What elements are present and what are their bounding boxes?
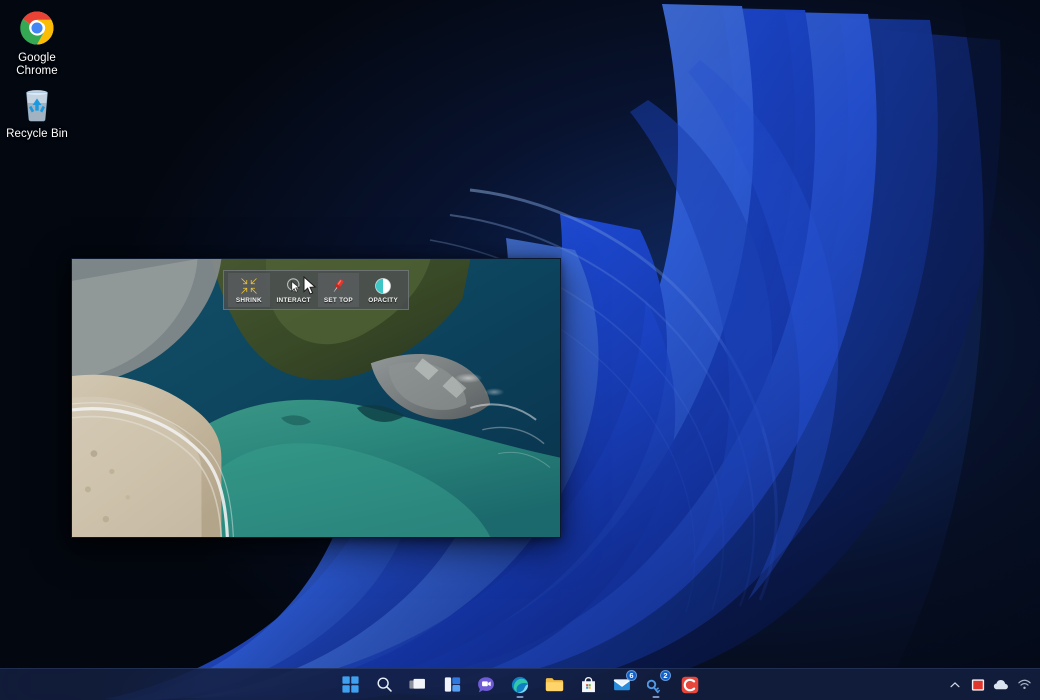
- interact-button-label: INTERACT: [276, 297, 311, 304]
- shrink-button[interactable]: SHRINK: [228, 273, 270, 307]
- taskbar-camtasia-button[interactable]: [675, 671, 705, 699]
- widgets-icon: [442, 675, 462, 695]
- opacity-button[interactable]: OPACITY: [362, 273, 404, 307]
- set-top-button-label: SET TOP: [323, 297, 353, 304]
- taskbar-key-app-button[interactable]: 2: [641, 669, 671, 699]
- chat-video-icon: [476, 675, 496, 695]
- desktop-screen: Google Chrome Recycle Bin SHRINK INTERAC…: [0, 0, 1040, 700]
- interact-button[interactable]: INTERACT: [273, 273, 315, 307]
- taskbar-app-area[interactable]: 6 2: [335, 669, 705, 700]
- taskbar-file-explorer-button[interactable]: [539, 671, 569, 699]
- key-app-badge: 2: [660, 669, 671, 681]
- running-indicator: [516, 695, 524, 698]
- opacity-button-label: OPACITY: [368, 297, 398, 304]
- pushpin-icon: [328, 276, 348, 296]
- floating-video-window[interactable]: SHRINK INTERACT SET TOP OPACITY: [71, 258, 561, 538]
- half-circle-icon: [373, 276, 393, 296]
- cursor-circle-icon: [284, 276, 304, 296]
- shrink-arrows-icon: [239, 276, 259, 296]
- taskbar-search-button[interactable]: [369, 671, 399, 699]
- store-bag-icon: [578, 675, 598, 695]
- folder-icon: [544, 675, 564, 695]
- desktop-icon-recycle-bin[interactable]: Recycle Bin: [0, 84, 74, 141]
- camtasia-c-icon: [680, 675, 700, 695]
- system-tray[interactable]: [947, 669, 1036, 700]
- google-chrome-icon: [17, 8, 57, 48]
- taskbar[interactable]: 6 2: [0, 668, 1040, 700]
- desktop-icon-label: Google Chrome: [16, 52, 58, 77]
- task-view-icon: [408, 675, 428, 695]
- taskbar-edge-button[interactable]: [505, 671, 535, 699]
- taskbar-mail-button[interactable]: 6: [607, 669, 637, 699]
- set-top-button[interactable]: SET TOP: [317, 273, 360, 307]
- taskbar-start-button[interactable]: [335, 671, 365, 699]
- cloud-icon[interactable]: [993, 677, 1009, 693]
- mail-badge: 6: [626, 669, 637, 681]
- running-indicator: [652, 695, 660, 698]
- shrink-button-label: SHRINK: [235, 297, 262, 304]
- record-red-icon[interactable]: [970, 677, 986, 693]
- desktop-icon-label: Recycle Bin: [6, 128, 68, 140]
- network-icon[interactable]: [1016, 677, 1032, 693]
- search-icon: [374, 675, 394, 695]
- desktop-icon-google-chrome[interactable]: Google Chrome: [0, 8, 74, 78]
- recycle-bin-icon: [17, 84, 57, 124]
- edge-icon: [510, 675, 530, 695]
- chevron-up-icon[interactable]: [947, 677, 963, 693]
- video-overlay-toolbar[interactable]: SHRINK INTERACT SET TOP OPACITY: [223, 270, 409, 310]
- taskbar-chat-button[interactable]: [471, 671, 501, 699]
- taskbar-widgets-button[interactable]: [437, 671, 467, 699]
- windows-logo-icon: [340, 675, 360, 695]
- taskbar-task-view-button[interactable]: [403, 671, 433, 699]
- taskbar-store-button[interactable]: [573, 671, 603, 699]
